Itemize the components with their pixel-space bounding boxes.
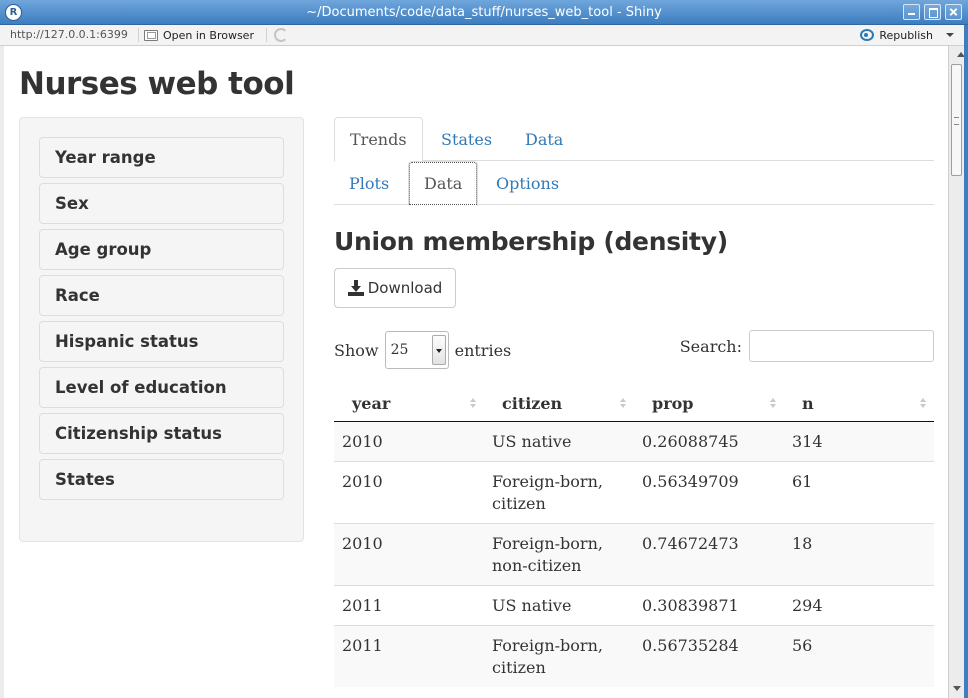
sort-icon [770, 398, 778, 410]
cell-n: 61 [784, 460, 934, 523]
window-controls [903, 4, 962, 20]
entries-length-control: Show 25 entries [334, 331, 511, 369]
table-search: Search: [680, 330, 934, 362]
scroll-up-icon[interactable] [951, 49, 965, 61]
cell-prop: 0.56735284 [634, 624, 784, 687]
cell-year: 2010 [334, 420, 484, 461]
scroll-down-icon[interactable] [951, 683, 963, 695]
cell-prop: 0.30839871 [634, 584, 784, 625]
sidebar-item-states[interactable]: States [39, 459, 284, 500]
tab-data-sub[interactable]: Data [408, 161, 479, 206]
download-icon [347, 280, 364, 296]
republish-button[interactable]: Republish [860, 26, 954, 44]
app-viewport: Nurses web tool Year range Sex Age group… [4, 46, 948, 698]
open-in-browser-button[interactable]: Open in Browser [144, 26, 254, 44]
publish-icon [860, 29, 875, 41]
sidebar-item-year-range[interactable]: Year range [39, 137, 284, 178]
minimize-icon[interactable] [903, 4, 920, 20]
cell-n: 56 [784, 624, 934, 687]
section-title: Union membership (density) [334, 227, 728, 256]
chevron-down-icon [946, 33, 954, 37]
show-label: Show [334, 340, 379, 360]
table-row[interactable]: 2011 US native 0.30839871 294 [334, 584, 934, 625]
refresh-icon[interactable] [274, 28, 288, 42]
download-label: Download [367, 279, 443, 297]
column-header-prop[interactable]: prop [634, 387, 784, 422]
column-header-year[interactable]: year [334, 387, 484, 422]
table-row[interactable]: 2011 Foreign-born, citizen 0.56735284 56 [334, 624, 934, 687]
tab-trends[interactable]: Trends [334, 117, 423, 162]
sort-icon [620, 398, 628, 410]
top-tab-bar: Trends States Data [334, 117, 934, 162]
close-icon[interactable] [945, 4, 962, 20]
sidebar-item-hispanic-status[interactable]: Hispanic status [39, 321, 284, 362]
cell-citizen: Foreign-born, citizen [484, 460, 634, 523]
sidebar-item-citizenship-status[interactable]: Citizenship status [39, 413, 284, 454]
cell-citizen: Foreign-born, citizen [484, 624, 634, 687]
cell-year: 2011 [334, 584, 484, 625]
viewer-toolbar: http://127.0.0.1:6399 Open in Browser Re… [0, 25, 968, 46]
sub-tab-bar: Plots Data Options [334, 161, 934, 206]
scrollbar-thumb[interactable] [951, 64, 962, 176]
tab-data[interactable]: Data [510, 117, 578, 161]
cell-citizen: US native [484, 420, 634, 461]
cell-prop: 0.74672473 [634, 522, 784, 585]
table-row[interactable]: 2010 Foreign-born, non-citizen 0.7467247… [334, 522, 934, 585]
tab-states[interactable]: States [426, 117, 507, 161]
toolbar-divider [266, 28, 267, 42]
sort-icon [470, 398, 478, 410]
cell-citizen: Foreign-born, non-citizen [484, 522, 634, 585]
cell-n: 294 [784, 584, 934, 625]
search-label: Search: [679, 336, 742, 356]
republish-label: Republish [879, 28, 933, 42]
cell-prop: 0.26088745 [634, 420, 784, 461]
sidebar-item-level-of-education[interactable]: Level of education [39, 367, 284, 408]
column-header-citizen[interactable]: citizen [484, 387, 634, 422]
vertical-scrollbar[interactable] [948, 46, 965, 698]
sidebar-well: Year range Sex Age group Race Hispanic s… [19, 117, 304, 542]
data-table: year citizen prop n 2010 US native 0.260… [334, 387, 934, 687]
sidebar-item-race[interactable]: Race [39, 275, 284, 316]
entries-label: entries [454, 340, 512, 360]
url-display[interactable]: http://127.0.0.1:6399 [10, 28, 128, 41]
search-input[interactable] [749, 330, 934, 362]
maximize-icon[interactable] [924, 4, 941, 20]
window-title: ~/Documents/code/data_stuff/nurses_web_t… [306, 5, 662, 20]
chevron-down-icon [431, 335, 446, 365]
table-header-row: year citizen prop n [334, 387, 934, 422]
window-title-bar: R ~/Documents/code/data_stuff/nurses_web… [0, 0, 968, 25]
cell-year: 2010 [334, 460, 484, 523]
entries-select-value: 25 [390, 342, 409, 358]
table-row[interactable]: 2010 US native 0.26088745 314 [334, 420, 934, 461]
page-title: Nurses web tool [19, 66, 295, 102]
sort-icon [920, 398, 928, 410]
sidebar-item-sex[interactable]: Sex [39, 183, 284, 224]
window-frame-right [964, 25, 968, 698]
entries-select[interactable]: 25 [384, 331, 449, 369]
cell-year: 2010 [334, 522, 484, 585]
cell-n: 314 [784, 420, 934, 461]
column-header-n[interactable]: n [784, 387, 934, 422]
cell-prop: 0.56349709 [634, 460, 784, 523]
download-button[interactable]: Download [334, 268, 456, 308]
tab-options[interactable]: Options [481, 161, 574, 205]
toolbar-divider [138, 28, 139, 42]
cell-year: 2011 [334, 624, 484, 687]
tab-plots[interactable]: Plots [334, 161, 404, 205]
cell-citizen: US native [484, 584, 634, 625]
table-row[interactable]: 2010 Foreign-born, citizen 0.56349709 61 [334, 460, 934, 523]
sidebar-item-age-group[interactable]: Age group [39, 229, 284, 270]
open-in-browser-label: Open in Browser [163, 28, 254, 42]
browser-window-icon [144, 29, 158, 41]
cell-n: 18 [784, 522, 934, 585]
